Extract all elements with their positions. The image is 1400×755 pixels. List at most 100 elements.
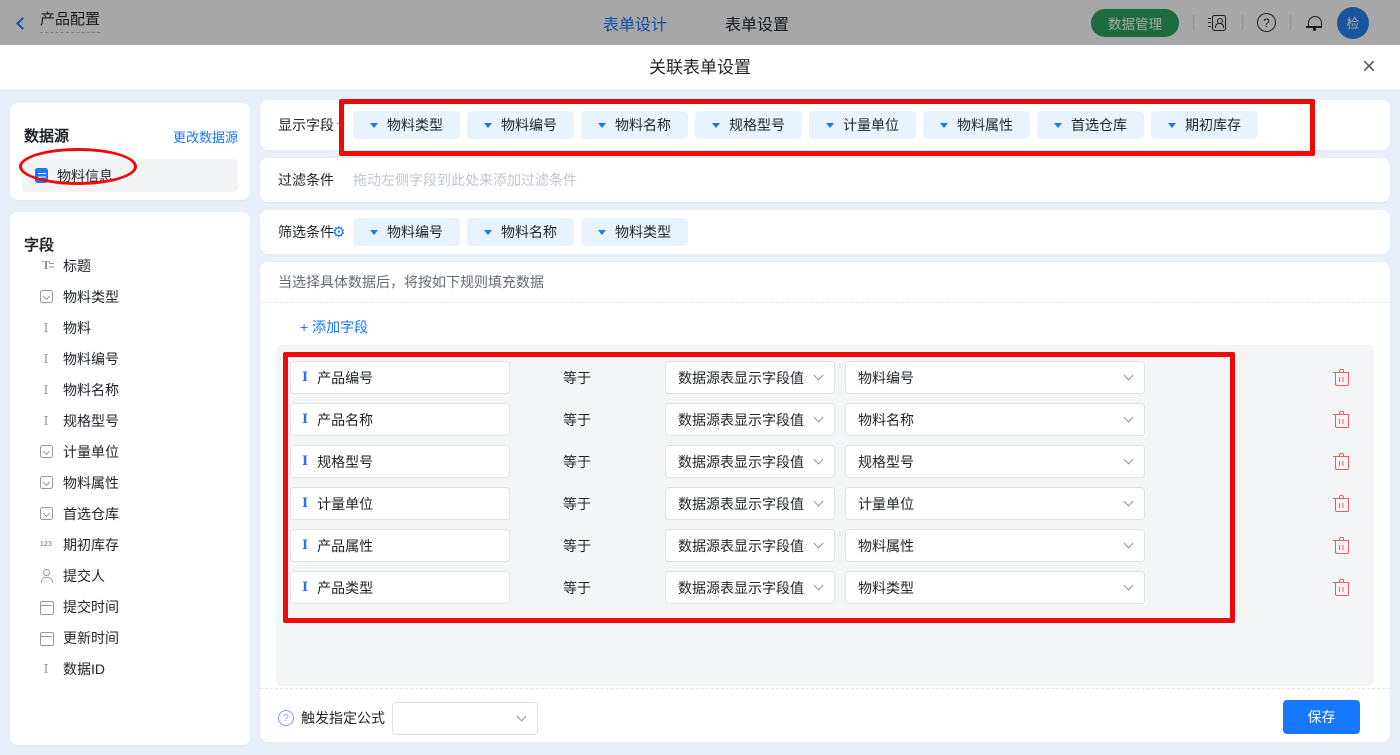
chevron-down-icon [814, 539, 824, 549]
rule-source-value: 数据源表显示字段值 [678, 536, 804, 556]
rule-target-field[interactable]: I 产品名称 [290, 403, 510, 436]
rule-operator: 等于 [563, 578, 593, 598]
field-item[interactable]: 物料属性 [10, 467, 250, 498]
field-item[interactable]: 物料编号 [10, 343, 250, 374]
display-field-tag[interactable]: 物料名称 [581, 111, 688, 139]
rule-value-select[interactable]: 规格型号 [845, 445, 1145, 478]
chevron-down-icon [1124, 581, 1134, 591]
chevron-down-icon [1124, 413, 1134, 423]
display-field-tag[interactable]: 物料类型 [353, 111, 460, 139]
dropdown-caret-icon [712, 123, 720, 128]
rule-target-label: 产品名称 [317, 410, 373, 430]
rule-row: I 产品编号 等于 数据源表显示字段值 物料编号 [290, 361, 1360, 394]
rule-target-label: 规格型号 [317, 452, 373, 472]
rule-source-select[interactable]: 数据源表显示字段值 [665, 445, 835, 478]
display-field-tag[interactable]: 规格型号 [695, 111, 802, 139]
rule-target-field[interactable]: I 规格型号 [290, 445, 510, 478]
close-icon[interactable]: × [1362, 45, 1376, 88]
datasource-item-selected[interactable]: 物料信息 [22, 159, 238, 192]
field-type-icon [38, 320, 54, 336]
display-field-tag[interactable]: 计量单位 [809, 111, 916, 139]
field-item[interactable]: 规格型号 [10, 405, 250, 436]
rule-value-select[interactable]: 物料名称 [845, 403, 1145, 436]
field-type-icon [38, 444, 54, 460]
screen-filter-label: 筛选条件 [278, 210, 334, 254]
rule-value-select[interactable]: 物料类型 [845, 571, 1145, 604]
field-item[interactable]: 物料类型 [10, 281, 250, 312]
field-item[interactable]: 首选仓库 [10, 498, 250, 529]
formula-select[interactable] [392, 702, 538, 735]
field-item-label: 计量单位 [63, 442, 119, 462]
screen-filter-card: 筛选条件 ⚙ 物料编号 物料名称 物料类型 [260, 210, 1390, 254]
field-item-label: 提交人 [63, 566, 105, 586]
field-list: 标题 物料类型 物料 物料编号 [10, 250, 250, 684]
rule-operator: 等于 [563, 536, 593, 556]
rule-value-select[interactable]: 物料属性 [845, 529, 1145, 562]
rule-operator: 等于 [563, 452, 593, 472]
delete-rule-icon[interactable] [1334, 580, 1348, 596]
rule-source-select[interactable]: 数据源表显示字段值 [665, 487, 835, 520]
rule-target-label: 计量单位 [317, 494, 373, 514]
rule-source-select[interactable]: 数据源表显示字段值 [665, 403, 835, 436]
rule-source-value: 数据源表显示字段值 [678, 494, 804, 514]
field-item[interactable]: 标题 [10, 250, 250, 281]
field-item-label: 首选仓库 [63, 504, 119, 524]
field-item[interactable]: 期初库存 [10, 529, 250, 560]
form-icon [35, 168, 48, 183]
delete-rule-icon[interactable] [1334, 538, 1348, 554]
chevron-down-icon [814, 581, 824, 591]
add-display-field-button[interactable]: + [336, 100, 345, 150]
gear-icon[interactable]: ⚙ [332, 210, 345, 254]
rule-source-select[interactable]: 数据源表显示字段值 [665, 529, 835, 562]
field-item-label: 物料类型 [63, 287, 119, 307]
field-item[interactable]: 计量单位 [10, 436, 250, 467]
field-type-icon [38, 382, 54, 398]
screen-filter-tag[interactable]: 物料编号 [353, 218, 460, 246]
add-field-button[interactable]: + 添加字段 [300, 317, 368, 337]
rule-value-select[interactable]: 物料编号 [845, 361, 1145, 394]
dropdown-caret-icon [370, 123, 378, 128]
delete-rule-icon[interactable] [1334, 454, 1348, 470]
change-datasource-link[interactable]: 更改数据源 [173, 127, 238, 146]
display-field-tag[interactable]: 首选仓库 [1037, 111, 1144, 139]
rule-target-field[interactable]: I 计量单位 [290, 487, 510, 520]
rule-target-field[interactable]: I 产品属性 [290, 529, 510, 562]
delete-rule-icon[interactable] [1334, 496, 1348, 512]
screen-filter-tag[interactable]: 物料名称 [467, 218, 574, 246]
rule-value: 物料编号 [858, 368, 914, 388]
text-field-icon: I [302, 370, 308, 385]
field-type-icon [38, 661, 54, 677]
display-fields-label: 显示字段 [278, 100, 334, 150]
dropdown-caret-icon [484, 123, 492, 128]
delete-rule-icon[interactable] [1334, 412, 1348, 428]
field-item[interactable]: 数据ID [10, 653, 250, 684]
rule-source-select[interactable]: 数据源表显示字段值 [665, 571, 835, 604]
field-item[interactable]: 物料 [10, 312, 250, 343]
field-item[interactable]: 提交人 [10, 560, 250, 591]
filter-dropzone[interactable]: 拖动左侧字段到此处来添加过滤条件 [353, 158, 577, 202]
rule-target-field[interactable]: I 产品编号 [290, 361, 510, 394]
rule-row: I 产品类型 等于 数据源表显示字段值 物料类型 [290, 571, 1360, 604]
display-field-tag[interactable]: 期初库存 [1151, 111, 1258, 139]
field-item[interactable]: 提交时间 [10, 591, 250, 622]
rule-target-field[interactable]: I 产品类型 [290, 571, 510, 604]
save-button[interactable]: 保存 [1283, 700, 1360, 734]
formula-help-icon[interactable]: ? [278, 710, 294, 726]
field-type-icon [38, 475, 54, 491]
tag-label: 物料类型 [387, 115, 443, 135]
field-item-label: 标题 [63, 256, 91, 276]
field-type-icon [38, 413, 54, 429]
field-item[interactable]: 更新时间 [10, 622, 250, 653]
field-type-icon [38, 537, 54, 553]
field-item[interactable]: 物料名称 [10, 374, 250, 405]
rule-value-select[interactable]: 计量单位 [845, 487, 1145, 520]
fill-rules-info: 当选择具体数据后，将按如下规则填充数据 [278, 272, 544, 292]
tag-label: 规格型号 [729, 115, 785, 135]
screen-filter-tag[interactable]: 物料类型 [581, 218, 688, 246]
display-field-tag[interactable]: 物料属性 [923, 111, 1030, 139]
field-item-label: 物料编号 [63, 349, 119, 369]
display-field-tag[interactable]: 物料编号 [467, 111, 574, 139]
delete-rule-icon[interactable] [1334, 370, 1348, 386]
rule-row: I 产品属性 等于 数据源表显示字段值 物料属性 [290, 529, 1360, 562]
rule-source-select[interactable]: 数据源表显示字段值 [665, 361, 835, 394]
